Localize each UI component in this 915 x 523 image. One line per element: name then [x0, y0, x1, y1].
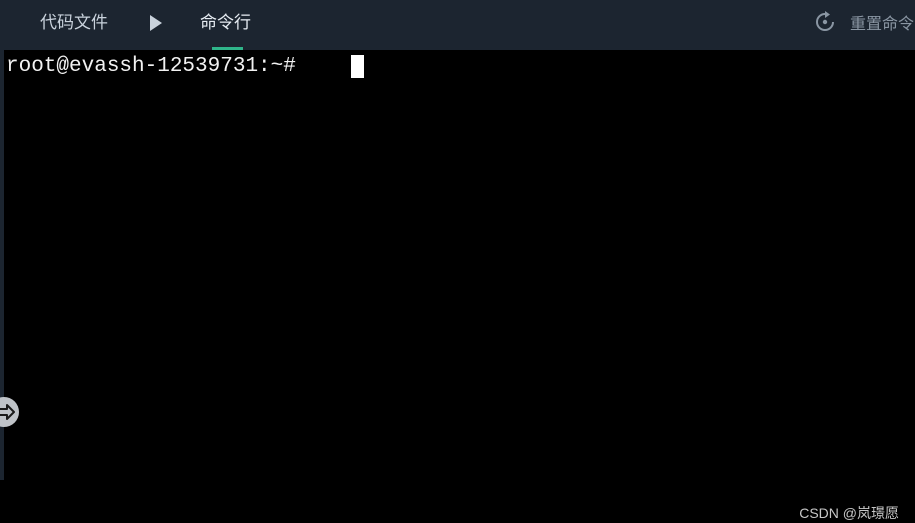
terminal-cursor — [351, 55, 364, 78]
refresh-icon — [814, 11, 836, 33]
tab-code-files[interactable]: 代码文件 — [40, 0, 108, 50]
watermark: CSDN @岚璟愿 — [799, 505, 899, 521]
reset-command-label: 重置命令 — [850, 14, 915, 33]
terminal-prompt: root@evassh-12539731:~# — [6, 55, 309, 78]
exit-arrow-icon — [0, 404, 15, 420]
tab-command-line[interactable]: 命令行 — [200, 0, 251, 50]
terminal-area[interactable]: root@evassh-12539731:~# CSDN @岚璟愿 — [4, 50, 915, 521]
play-icon[interactable] — [148, 13, 164, 33]
top-bar: 代码文件 命令行 重置命令 — [0, 0, 915, 50]
